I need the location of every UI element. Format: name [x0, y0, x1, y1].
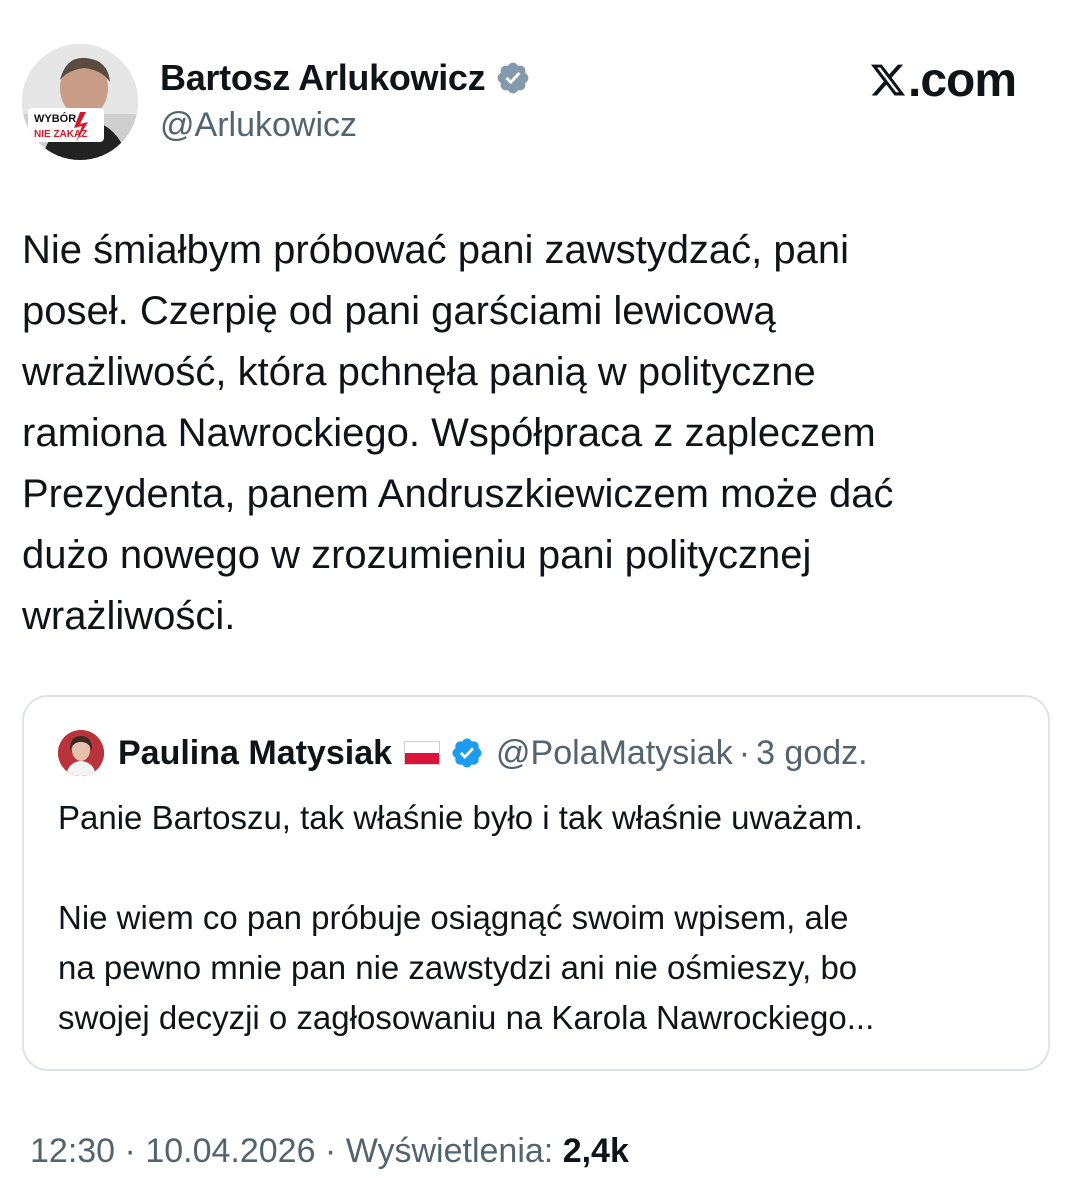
- tweet-line: Nie śmiałbym próbować pani zawstydzać, p…: [22, 228, 850, 272]
- quoted-author-avatar[interactable]: [58, 730, 104, 776]
- tweet-text: Nie śmiałbym próbować pani zawstydzać, p…: [22, 220, 1042, 647]
- avatar-badge-top: WYBÓR: [34, 112, 76, 125]
- quoted-author-name[interactable]: Paulina Matysiak: [118, 734, 392, 773]
- tweet-time[interactable]: 12:30: [30, 1132, 115, 1170]
- author-name-row: Bartosz Arlukowicz: [160, 56, 531, 100]
- tweet-line: poseł. Czerpię od pani garściami lewicow…: [22, 289, 776, 333]
- quoted-author-avatar-image: [58, 730, 104, 776]
- quoted-line: swojej decyzji o zagłosowaniu na Karola …: [58, 999, 875, 1036]
- meta-separator: ·: [115, 1132, 146, 1170]
- author-avatar[interactable]: WYBÓR NIE ZAKAZ: [22, 44, 138, 160]
- views-label: Wyświetlenia:: [345, 1132, 563, 1170]
- verified-badge-icon: [497, 62, 529, 94]
- tweet-date[interactable]: 10.04.2026: [145, 1132, 315, 1170]
- quoted-line: na pewno mnie pan nie zawstydzi ani nie …: [58, 949, 858, 986]
- tweet-line: ramiona Nawrockiego. Współpraca z zaplec…: [22, 411, 876, 455]
- tweet-line: wrażliwość, która pchnęła panią w polity…: [22, 350, 816, 394]
- quoted-line: Nie wiem co pan próbuje osiągnąć swoim w…: [58, 899, 849, 936]
- tweet-line: dużo nowego w zrozumieniu pani polityczn…: [22, 533, 812, 577]
- quoted-author-handle[interactable]: @PolaMatysiak: [496, 734, 733, 773]
- quoted-tweet-text: Panie Bartoszu, tak właśnie było i tak w…: [58, 793, 1038, 1043]
- author-name[interactable]: Bartosz Arlukowicz: [160, 57, 486, 99]
- quoted-tweet-header: Paulina Matysiak @PolaMatysiak · 3 godz.: [58, 729, 868, 777]
- site-logo: .com: [868, 52, 1017, 108]
- quoted-line: Panie Bartoszu, tak właśnie było i tak w…: [58, 799, 864, 836]
- quoted-tweet-card[interactable]: Paulina Matysiak @PolaMatysiak · 3 godz.…: [22, 695, 1050, 1071]
- quoted-separator: ·: [738, 733, 751, 772]
- views-count[interactable]: 2,4k: [563, 1132, 629, 1170]
- poland-flag-icon: [404, 741, 441, 765]
- site-logo-text: .com: [908, 53, 1017, 107]
- tweet-meta: 12:30 · 10.04.2026 · Wyświetlenia: 2,4k: [30, 1132, 629, 1171]
- author-handle[interactable]: @Arlukowicz: [160, 106, 357, 145]
- verified-badge-icon: [452, 738, 482, 768]
- x-logo-icon: [870, 64, 906, 96]
- tweet-line: wrażliwości.: [22, 594, 236, 638]
- meta-separator: ·: [315, 1132, 346, 1170]
- tweet-line: Prezydenta, panem Andruszkiewiczem może …: [22, 472, 894, 516]
- quoted-timestamp[interactable]: 3 godz.: [756, 734, 868, 773]
- author-avatar-image: WYBÓR NIE ZAKAZ: [22, 44, 138, 160]
